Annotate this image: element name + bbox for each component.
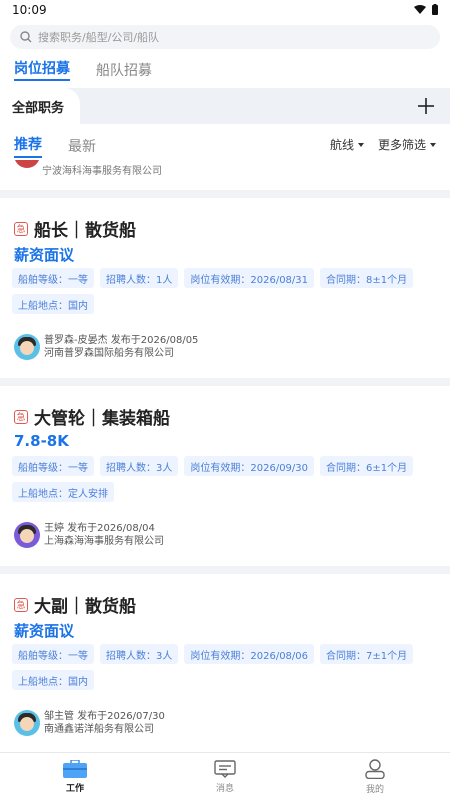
briefcase-icon [63, 759, 87, 778]
job-card[interactable]: 急 船长｜散货船 薪资面议 船舶等级：一等 招聘人数：1人 岗位有效期：2026… [0, 198, 450, 378]
filter-more-label: 更多筛选 [377, 138, 426, 152]
filters: 航线 更多筛选 [330, 136, 436, 153]
nav-profile-label: 我的 [365, 784, 384, 795]
job-card[interactable]: 急 大管轮｜集装箱船 7.8-8K 船舶等级：一等 招聘人数：3人 岗位有效期：… [0, 386, 450, 566]
company-name: 宁波海科海事服务有限公司 [42, 166, 162, 177]
nav-work-label: 工作 [65, 783, 84, 794]
tag-contract: 合同期：8±1个月 [320, 268, 414, 288]
job-title-row: 急 船长｜散货船 [14, 216, 136, 241]
salary: 薪资面议 [14, 622, 75, 640]
avatar [14, 160, 40, 168]
status-bar: 10:09 [0, 0, 450, 20]
tag-valid-until: 岗位有效期：2026/09/30 [184, 456, 315, 476]
tag-headcount: 招聘人数：3人 [100, 644, 179, 664]
nav-messages[interactable]: 消息 [150, 753, 300, 800]
status-icons [414, 4, 438, 15]
tag-ship-grade: 船舶等级：一等 [12, 268, 94, 288]
nav-messages-label: 消息 [215, 783, 234, 794]
job-card[interactable]: 急 大副｜散货船 薪资面议 船舶等级：一等 招聘人数：3人 岗位有效期：2026… [0, 574, 450, 752]
tag-valid-until: 岗位有效期：2026/08/06 [184, 644, 315, 664]
avatar [14, 334, 40, 360]
search-placeholder: 搜索职务/船型/公司/船队 [38, 31, 160, 44]
nav-work[interactable]: 工作 [0, 753, 150, 800]
job-tags: 船舶等级：一等 招聘人数：3人 岗位有效期：2026/09/30 合同期：6±1… [12, 456, 438, 502]
filter-more[interactable]: 更多筛选 [378, 136, 436, 153]
caret-down-icon [430, 142, 436, 147]
tag-ship-grade: 船舶等级：一等 [12, 456, 94, 476]
tag-boarding: 上船地点：国内 [12, 294, 94, 314]
company-name: 上海森海海事服务有限公司 [44, 536, 164, 547]
search-icon [20, 31, 32, 43]
tag-headcount: 招聘人数：3人 [100, 456, 179, 476]
salary: 薪资面议 [14, 246, 75, 264]
job-title: 船长｜散货船 [34, 221, 136, 241]
nav-profile[interactable]: 我的 [300, 753, 450, 800]
company-name: 河南普罗森国际船务有限公司 [44, 348, 174, 359]
job-tags: 船舶等级：一等 招聘人数：1人 岗位有效期：2026/08/31 合同期：8±1… [12, 268, 438, 314]
top-tabs: 岗位招募 船队招募 [14, 58, 152, 81]
wifi-icon [414, 4, 426, 14]
urgent-badge: 急 [14, 221, 28, 236]
filter-route-label: 航线 [329, 138, 354, 152]
message-icon [214, 759, 236, 778]
bottom-nav: 工作 消息 我的 [0, 752, 450, 800]
salary: 7.8-8K [14, 432, 69, 450]
sub-tabs: 推荐 最新 [14, 134, 96, 158]
avatar [14, 710, 40, 736]
job-title-row: 急 大副｜散货船 [14, 592, 136, 617]
job-list[interactable]: 宁波海科海事服务有限公司 急 船长｜散货船 薪资面议 船舶等级：一等 招聘人数：… [0, 160, 450, 752]
tag-headcount: 招聘人数：1人 [100, 268, 179, 288]
add-button[interactable] [416, 92, 436, 120]
job-title-row: 急 大管轮｜集装箱船 [14, 404, 170, 429]
tab-all-roles[interactable]: 全部职务 [0, 88, 80, 124]
user-icon [365, 758, 385, 779]
tab-latest[interactable]: 最新 [68, 136, 96, 156]
publisher-info: 普罗森-皮晏杰 发布于2026/08/05 [44, 335, 199, 346]
publisher-row: 普罗森-皮晏杰 发布于2026/08/05 河南普罗森国际船务有限公司 [14, 334, 198, 360]
tag-contract: 合同期：6±1个月 [320, 456, 414, 476]
avatar [14, 522, 40, 548]
tag-boarding: 上船地点：国内 [12, 670, 94, 690]
tab-fleet-recruit[interactable]: 船队招募 [96, 60, 152, 80]
urgent-badge: 急 [14, 597, 28, 612]
job-title: 大管轮｜集装箱船 [34, 409, 170, 429]
job-card-partial[interactable]: 宁波海科海事服务有限公司 [0, 160, 450, 190]
publisher-row: 邹主管 发布于2026/07/30 南通鑫诺洋船务有限公司 [14, 710, 165, 736]
company-name: 南通鑫诺洋船务有限公司 [44, 724, 154, 735]
publisher-info: 王婷 发布于2026/08/04 [44, 523, 155, 534]
tab-recommended[interactable]: 推荐 [14, 134, 42, 158]
job-title: 大副｜散货船 [34, 597, 136, 617]
publisher-info: 邹主管 发布于2026/07/30 [44, 711, 165, 722]
urgent-badge: 急 [14, 409, 28, 424]
tag-contract: 合同期：7±1个月 [320, 644, 414, 664]
search-input[interactable]: 搜索职务/船型/公司/船队 [10, 25, 440, 49]
caret-down-icon [357, 142, 364, 147]
plus-icon [418, 98, 434, 114]
tab-job-recruit[interactable]: 岗位招募 [14, 58, 70, 81]
publisher-row: 王婷 发布于2026/08/04 上海森海海事服务有限公司 [14, 522, 164, 548]
tag-boarding: 上船地点：定人安排 [12, 482, 114, 502]
filter-route[interactable]: 航线 [330, 136, 364, 153]
job-tags: 船舶等级：一等 招聘人数：3人 岗位有效期：2026/08/06 合同期：7±1… [12, 644, 438, 690]
battery-icon [432, 4, 438, 15]
tag-ship-grade: 船舶等级：一等 [12, 644, 94, 664]
tag-valid-until: 岗位有效期：2026/08/31 [184, 268, 315, 288]
status-time: 10:09 [12, 3, 47, 17]
